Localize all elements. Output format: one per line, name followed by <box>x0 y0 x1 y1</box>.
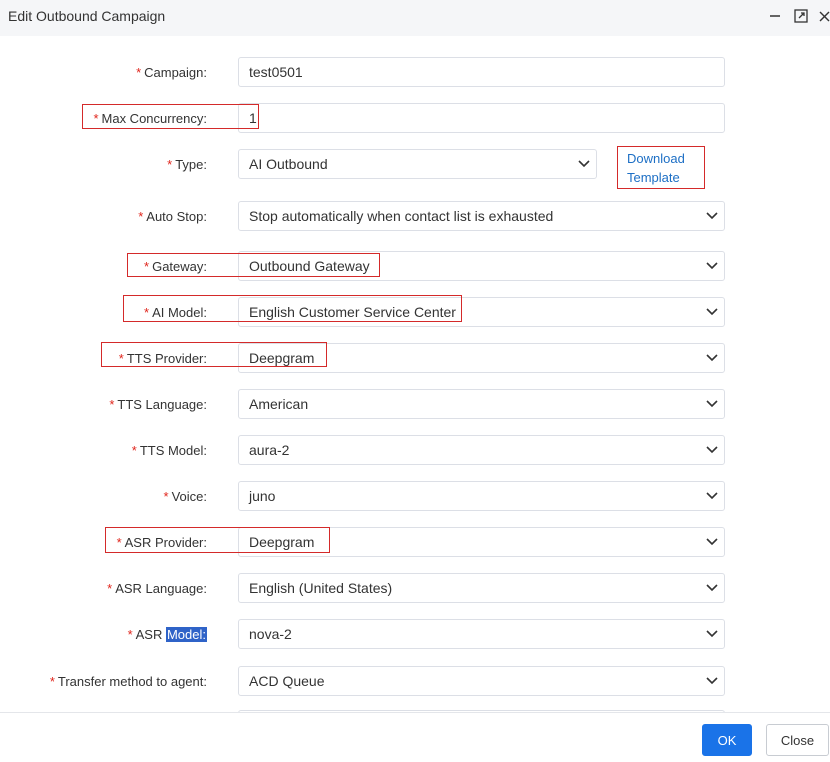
chevron-down-icon <box>706 308 718 316</box>
chevron-down-icon <box>706 212 718 220</box>
transfer-method-label: * Transfer method to agent: <box>49 674 207 689</box>
dialog-titlebar: Edit Outbound Campaign <box>0 0 830 36</box>
chevron-down-icon <box>706 677 718 685</box>
chevron-down-icon <box>706 400 718 408</box>
type-label: * Type: <box>167 157 207 172</box>
tts-model-select[interactable]: aura-2 <box>238 435 725 465</box>
asr-language-label: * ASR Language: <box>107 581 207 596</box>
voice-select[interactable]: juno <box>238 481 725 511</box>
chevron-down-icon <box>706 492 718 500</box>
download-template-link[interactable]: Download Template <box>627 149 685 187</box>
chevron-down-icon <box>706 262 718 270</box>
ai-model-select[interactable]: English Customer Service Center <box>238 297 725 327</box>
tts-provider-select[interactable]: Deepgram <box>238 343 725 373</box>
close-icon[interactable] <box>818 8 830 24</box>
max-concurrency-label: * Max Concurrency: <box>93 111 207 126</box>
chevron-down-icon <box>706 446 718 454</box>
campaign-input[interactable]: test0501 <box>238 57 725 87</box>
max-concurrency-input[interactable]: 1 <box>238 103 725 133</box>
tts-provider-label: * TTS Provider: <box>118 351 207 366</box>
tts-language-select[interactable]: American <box>238 389 725 419</box>
asr-model-select[interactable]: nova-2 <box>238 619 725 649</box>
voice-label: * Voice: <box>163 489 207 504</box>
dialog-footer: OK Close <box>0 712 830 762</box>
ai-model-label: * AI Model: <box>144 305 207 320</box>
asr-language-select[interactable]: English (United States) <box>238 573 725 603</box>
chevron-down-icon <box>706 538 718 546</box>
auto-stop-label: * Auto Stop: <box>138 209 207 224</box>
ok-button[interactable]: OK <box>702 724 752 756</box>
chevron-down-icon <box>706 354 718 362</box>
dialog-title: Edit Outbound Campaign <box>8 8 166 24</box>
selected-text: Model: <box>165 627 207 642</box>
transfer-method-select[interactable]: ACD Queue <box>238 666 725 696</box>
chevron-down-icon <box>578 160 590 168</box>
minimize-icon[interactable] <box>767 8 783 24</box>
chevron-down-icon <box>706 630 718 638</box>
auto-stop-select[interactable]: Stop automatically when contact list is … <box>238 201 725 231</box>
asr-provider-select[interactable]: Deepgram <box>238 527 725 557</box>
close-button[interactable]: Close <box>766 724 829 756</box>
tts-model-label: * TTS Model: <box>131 443 207 458</box>
maximize-icon[interactable] <box>793 8 809 24</box>
type-select[interactable]: AI Outbound <box>238 149 597 179</box>
asr-provider-label: * ASR Provider: <box>116 535 207 550</box>
tts-language-label: * TTS Language: <box>109 397 207 412</box>
asr-model-label: * ASR Model: <box>127 627 207 642</box>
chevron-down-icon <box>706 584 718 592</box>
campaign-label: * Campaign: <box>136 65 207 80</box>
gateway-select[interactable]: Outbound Gateway <box>238 251 725 281</box>
gateway-label: * Gateway: <box>144 259 207 274</box>
